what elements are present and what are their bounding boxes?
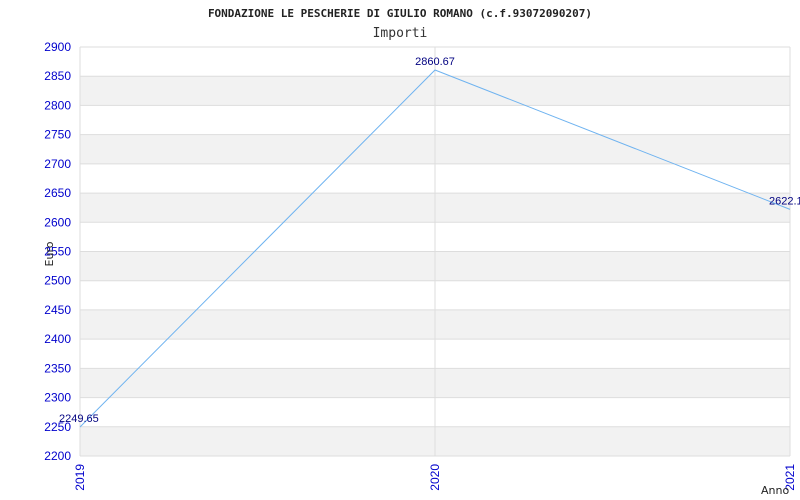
y-tick-label: 2200 xyxy=(44,449,71,463)
y-tick-label: 2400 xyxy=(44,332,71,346)
y-tick-label: 2650 xyxy=(44,186,71,200)
y-tick-label: 2500 xyxy=(44,274,71,288)
chart-title: FONDAZIONE LE PESCHERIE DI GIULIO ROMANO… xyxy=(208,7,592,20)
x-tick-label: 2020 xyxy=(428,464,442,491)
data-label: 2249.65 xyxy=(59,413,99,425)
y-tick-label: 2750 xyxy=(44,128,71,142)
y-tick-label: 2800 xyxy=(44,98,71,112)
chart-subtitle: Importi xyxy=(373,26,428,41)
x-axis-label: Anno xyxy=(761,484,789,497)
y-tick-label: 2600 xyxy=(44,215,71,229)
y-tick-label: 2900 xyxy=(44,40,71,54)
y-axis-label: Euro xyxy=(43,241,56,266)
x-tick-label: 2019 xyxy=(73,464,87,491)
data-label: 2622.1 xyxy=(769,195,800,207)
y-tick-label: 2700 xyxy=(44,157,71,171)
y-tick-label: 2850 xyxy=(44,69,71,83)
data-label: 2860.67 xyxy=(415,56,455,68)
y-tick-label: 2300 xyxy=(44,391,71,405)
line-chart: FONDAZIONE LE PESCHERIE DI GIULIO ROMANO… xyxy=(43,7,800,497)
y-tick-label: 2350 xyxy=(44,361,71,375)
y-tick-label: 2450 xyxy=(44,303,71,317)
